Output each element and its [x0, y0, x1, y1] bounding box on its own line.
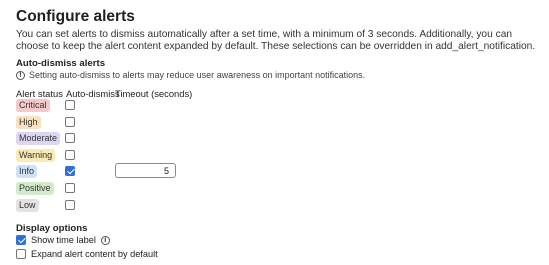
auto-dismiss-note-text: Setting auto-dismiss to alerts may reduc…: [29, 70, 366, 80]
clock-icon: !: [16, 70, 25, 80]
status-badge-low: Low: [16, 199, 39, 212]
auto-dismiss-note: ! Setting auto-dismiss to alerts may red…: [16, 70, 365, 80]
auto-dismiss-checkbox-moderate[interactable]: [65, 133, 75, 143]
auto-dismiss-checkbox-info[interactable]: [65, 166, 75, 176]
alert-row-moderate: Moderate: [0, 131, 549, 147]
auto-dismiss-checkbox-low[interactable]: [65, 200, 75, 210]
status-badge-info: Info: [16, 165, 38, 178]
alert-row-warning: Warning: [0, 148, 549, 164]
auto-dismiss-checkbox-critical[interactable]: [65, 100, 75, 110]
auto-dismiss-checkbox-high[interactable]: [65, 117, 75, 127]
status-badge-critical: Critical: [16, 99, 50, 112]
auto-dismiss-checkbox-positive[interactable]: [65, 183, 75, 193]
show-time-label-text: Show time label: [31, 235, 96, 245]
timeout-input-info[interactable]: [115, 163, 176, 178]
alert-row-high: High: [0, 115, 549, 131]
expand-content-checkbox[interactable]: [16, 249, 26, 259]
configure-alerts-panel: Configure alerts You can set alerts to d…: [0, 0, 549, 265]
alert-row-low: Low: [0, 198, 549, 214]
alert-row-critical: Critical: [0, 98, 549, 114]
show-time-label-option[interactable]: Show time label i: [16, 235, 110, 245]
expand-content-text: Expand alert content by default: [31, 249, 158, 259]
page-title: Configure alerts: [16, 8, 135, 25]
status-badge-positive: Positive: [16, 182, 54, 195]
page-description: You can set alerts to dismiss automatica…: [16, 29, 536, 53]
display-options-heading: Display options: [16, 223, 88, 234]
show-time-label-checkbox[interactable]: [16, 235, 26, 245]
alert-row-positive: Positive: [0, 181, 549, 197]
status-badge-moderate: Moderate: [16, 132, 61, 145]
status-badge-warning: Warning: [16, 149, 56, 162]
auto-dismiss-heading: Auto-dismiss alerts: [16, 58, 106, 69]
info-icon[interactable]: i: [100, 235, 110, 245]
expand-content-option[interactable]: Expand alert content by default: [16, 249, 158, 259]
alert-row-info: Info: [0, 164, 549, 180]
status-badge-high: High: [16, 116, 41, 129]
auto-dismiss-checkbox-warning[interactable]: [65, 150, 75, 160]
